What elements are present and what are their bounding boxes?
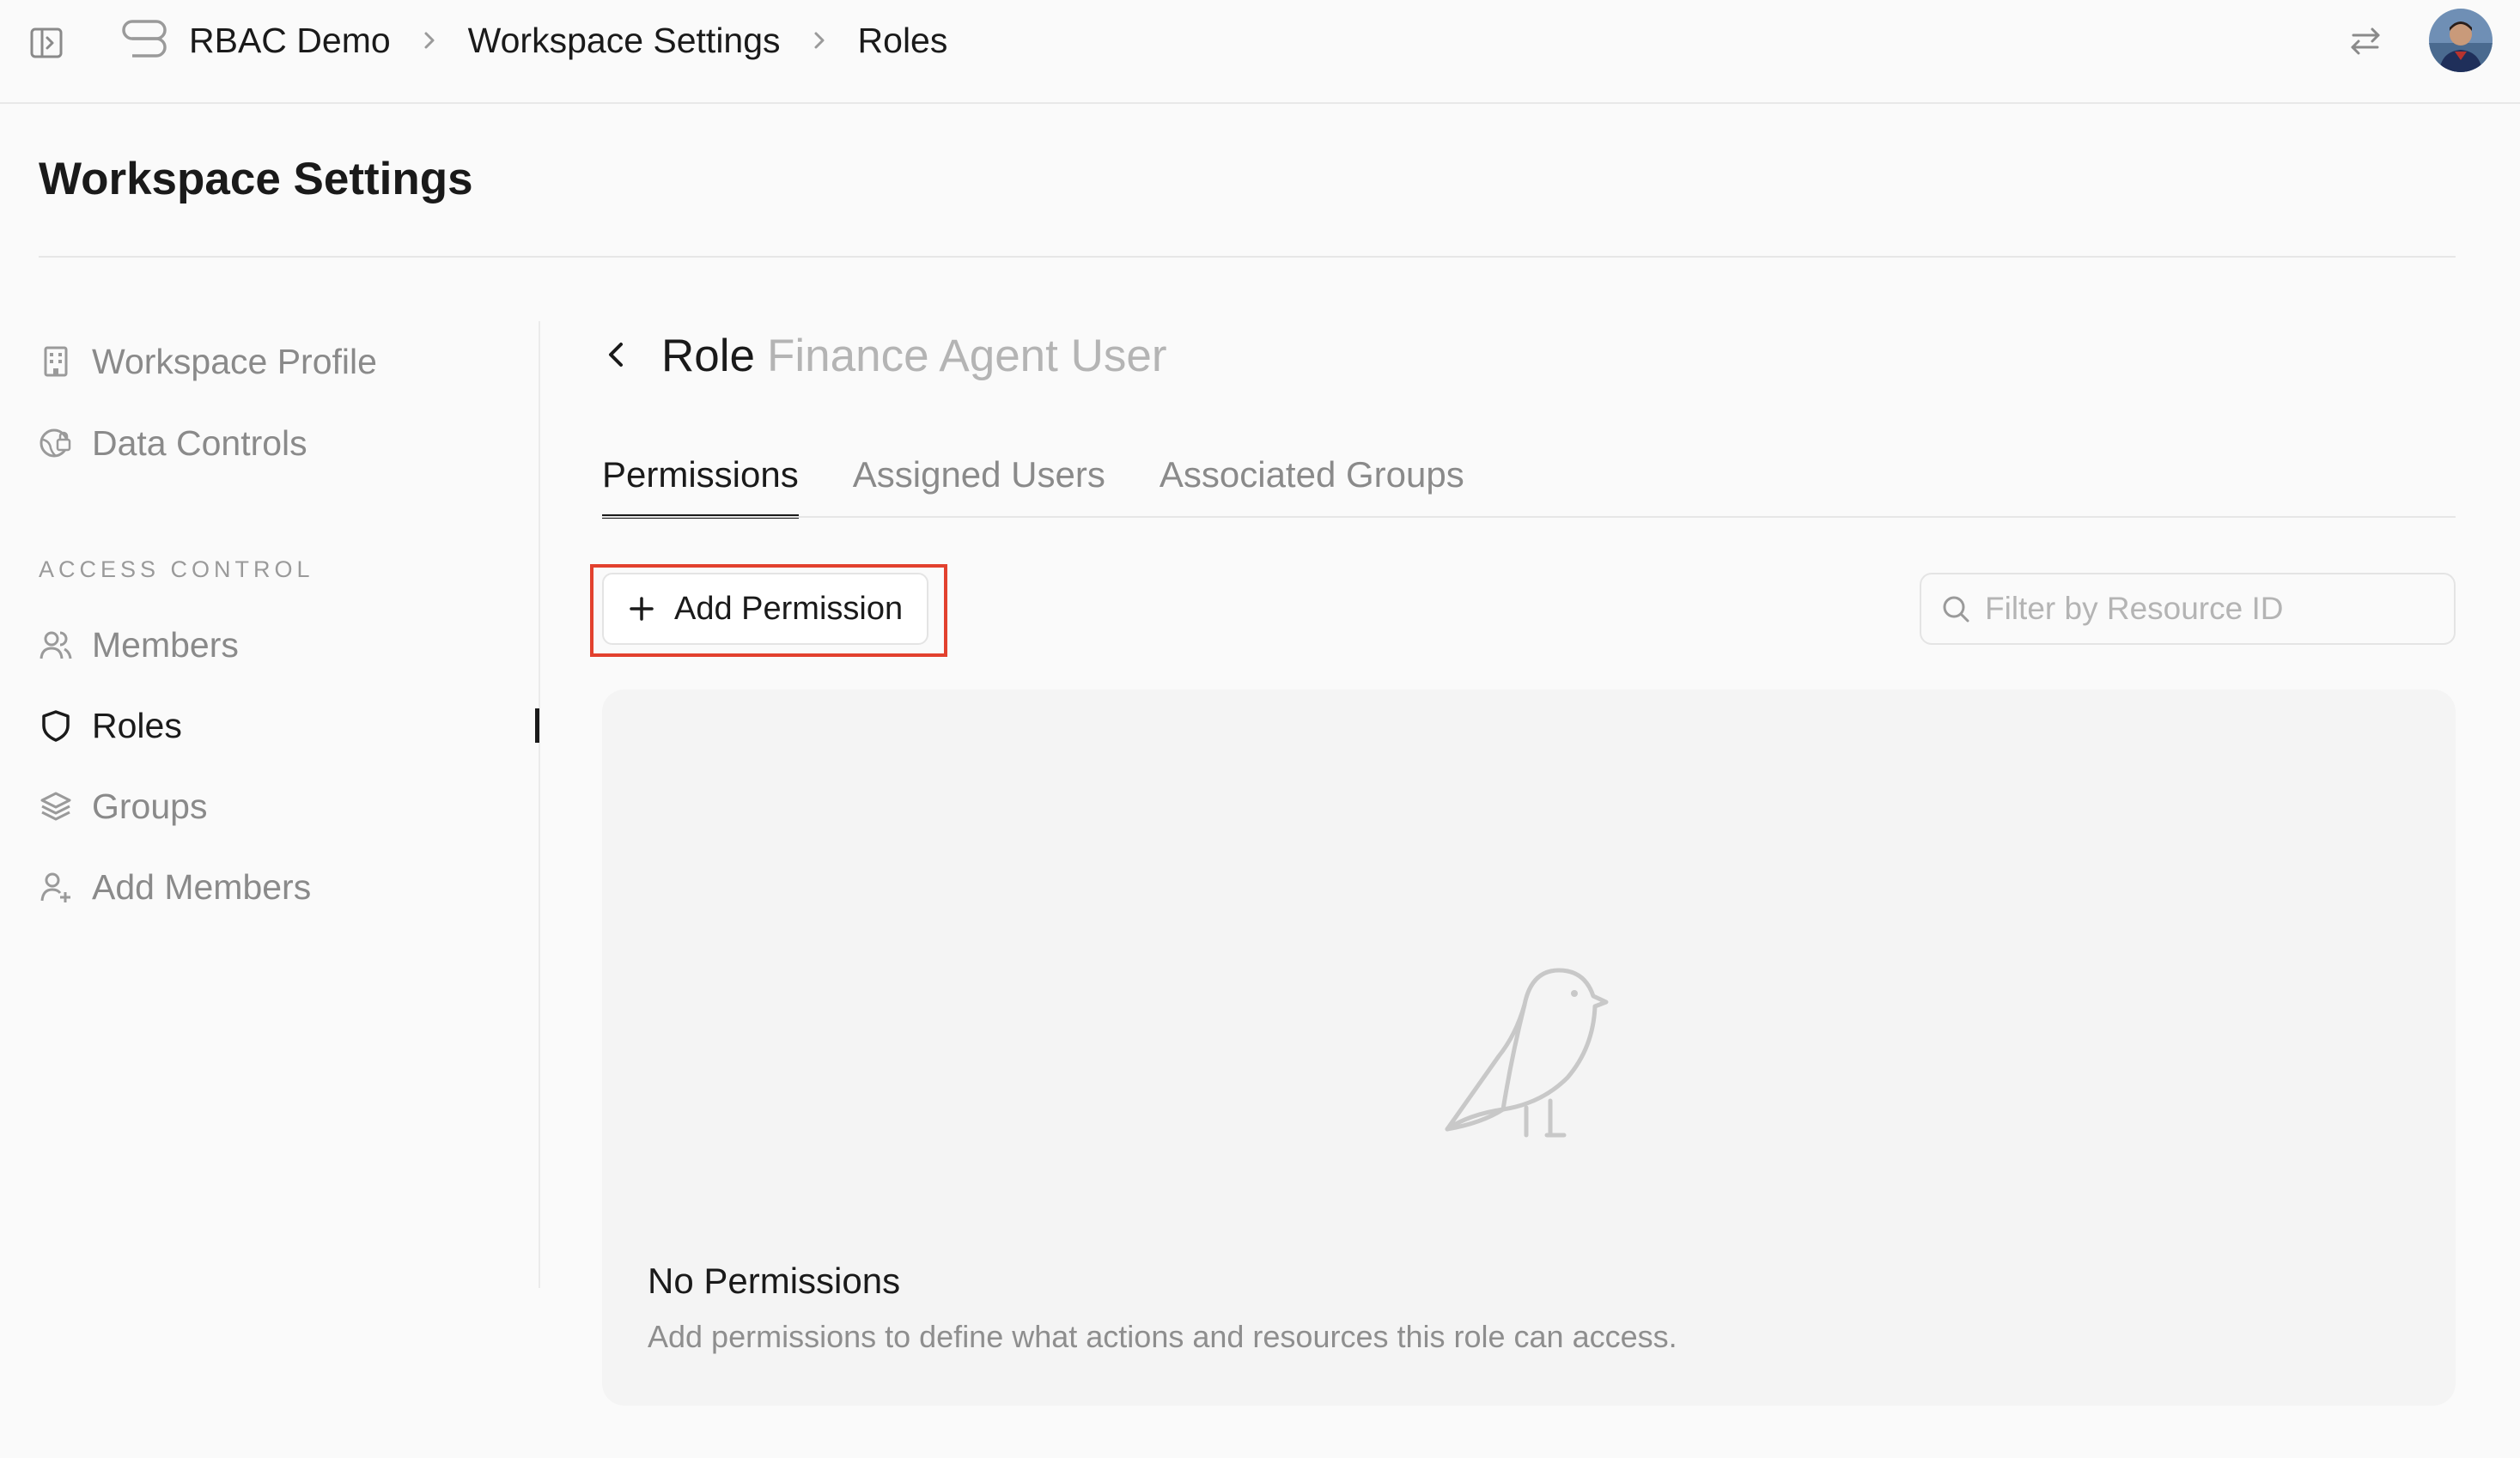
plus-icon — [628, 595, 655, 623]
tab-permissions[interactable]: Permissions — [602, 447, 799, 519]
globe-lock-icon — [39, 426, 73, 460]
role-label: Role — [661, 331, 756, 381]
nav-label: Workspace Profile — [92, 341, 377, 381]
title-divider — [39, 256, 2456, 258]
search-icon — [1940, 593, 1971, 624]
nav-label: Members — [92, 624, 239, 665]
building-icon — [39, 344, 73, 379]
filter-input[interactable] — [1985, 591, 2449, 627]
nav-active-indicator — [535, 708, 539, 743]
chevron-right-icon — [417, 27, 442, 53]
page-title: Workspace Settings — [39, 154, 473, 204]
shield-icon — [39, 708, 73, 743]
database-logo-icon[interactable] — [120, 16, 168, 64]
role-heading: Role Finance Agent User — [661, 330, 1167, 382]
nav-item-groups[interactable]: Groups — [39, 781, 207, 832]
users-icon — [39, 628, 73, 662]
empty-state-title: No Permissions — [648, 1261, 901, 1301]
breadcrumb-item-workspace[interactable]: RBAC Demo — [189, 21, 391, 61]
bird-illustration — [1430, 953, 1636, 1142]
tab-associated-groups[interactable]: Associated Groups — [1160, 447, 1464, 519]
tab-assigned-users[interactable]: Assigned Users — [853, 447, 1105, 519]
swap-arrows-icon[interactable] — [2347, 22, 2384, 60]
add-permission-button[interactable]: Add Permission — [602, 573, 928, 645]
nav-item-members[interactable]: Members — [39, 619, 239, 671]
tabs-divider — [602, 516, 2456, 518]
nav-label: Add Members — [92, 866, 312, 907]
breadcrumb-item-settings[interactable]: Workspace Settings — [468, 21, 781, 61]
nav-section-access-control: ACCESS CONTROL — [39, 556, 314, 582]
nav-item-add-members[interactable]: Add Members — [39, 861, 311, 913]
nav-label: Roles — [92, 705, 182, 745]
nav-item-workspace-profile[interactable]: Workspace Profile — [39, 336, 377, 387]
breadcrumb: RBAC Demo Workspace Settings Roles — [120, 0, 947, 81]
nav-item-roles[interactable]: Roles — [39, 700, 182, 751]
empty-state-panel: No Permissions Add permissions to define… — [602, 690, 2456, 1406]
back-arrow-icon[interactable] — [600, 337, 634, 372]
sidebar-toggle-icon[interactable] — [29, 26, 64, 60]
nav-item-data-controls[interactable]: Data Controls — [39, 417, 307, 469]
filter-field[interactable] — [1920, 573, 2456, 645]
nav-label: Groups — [92, 786, 208, 826]
layers-icon — [39, 789, 73, 823]
chevron-right-icon — [807, 27, 832, 53]
add-permission-label: Add Permission — [674, 590, 904, 627]
role-name: Finance Agent User — [767, 331, 1167, 381]
breadcrumb-item-roles[interactable]: Roles — [858, 21, 948, 61]
top-bar: RBAC Demo Workspace Settings Roles — [0, 0, 2520, 104]
nav-divider — [539, 321, 540, 1288]
nav-label: Data Controls — [92, 422, 307, 463]
user-avatar[interactable] — [2429, 9, 2493, 72]
user-plus-icon — [39, 870, 73, 904]
role-tabs: Permissions Assigned Users Associated Gr… — [602, 447, 1519, 519]
empty-state-description: Add permissions to define what actions a… — [648, 1319, 1677, 1354]
